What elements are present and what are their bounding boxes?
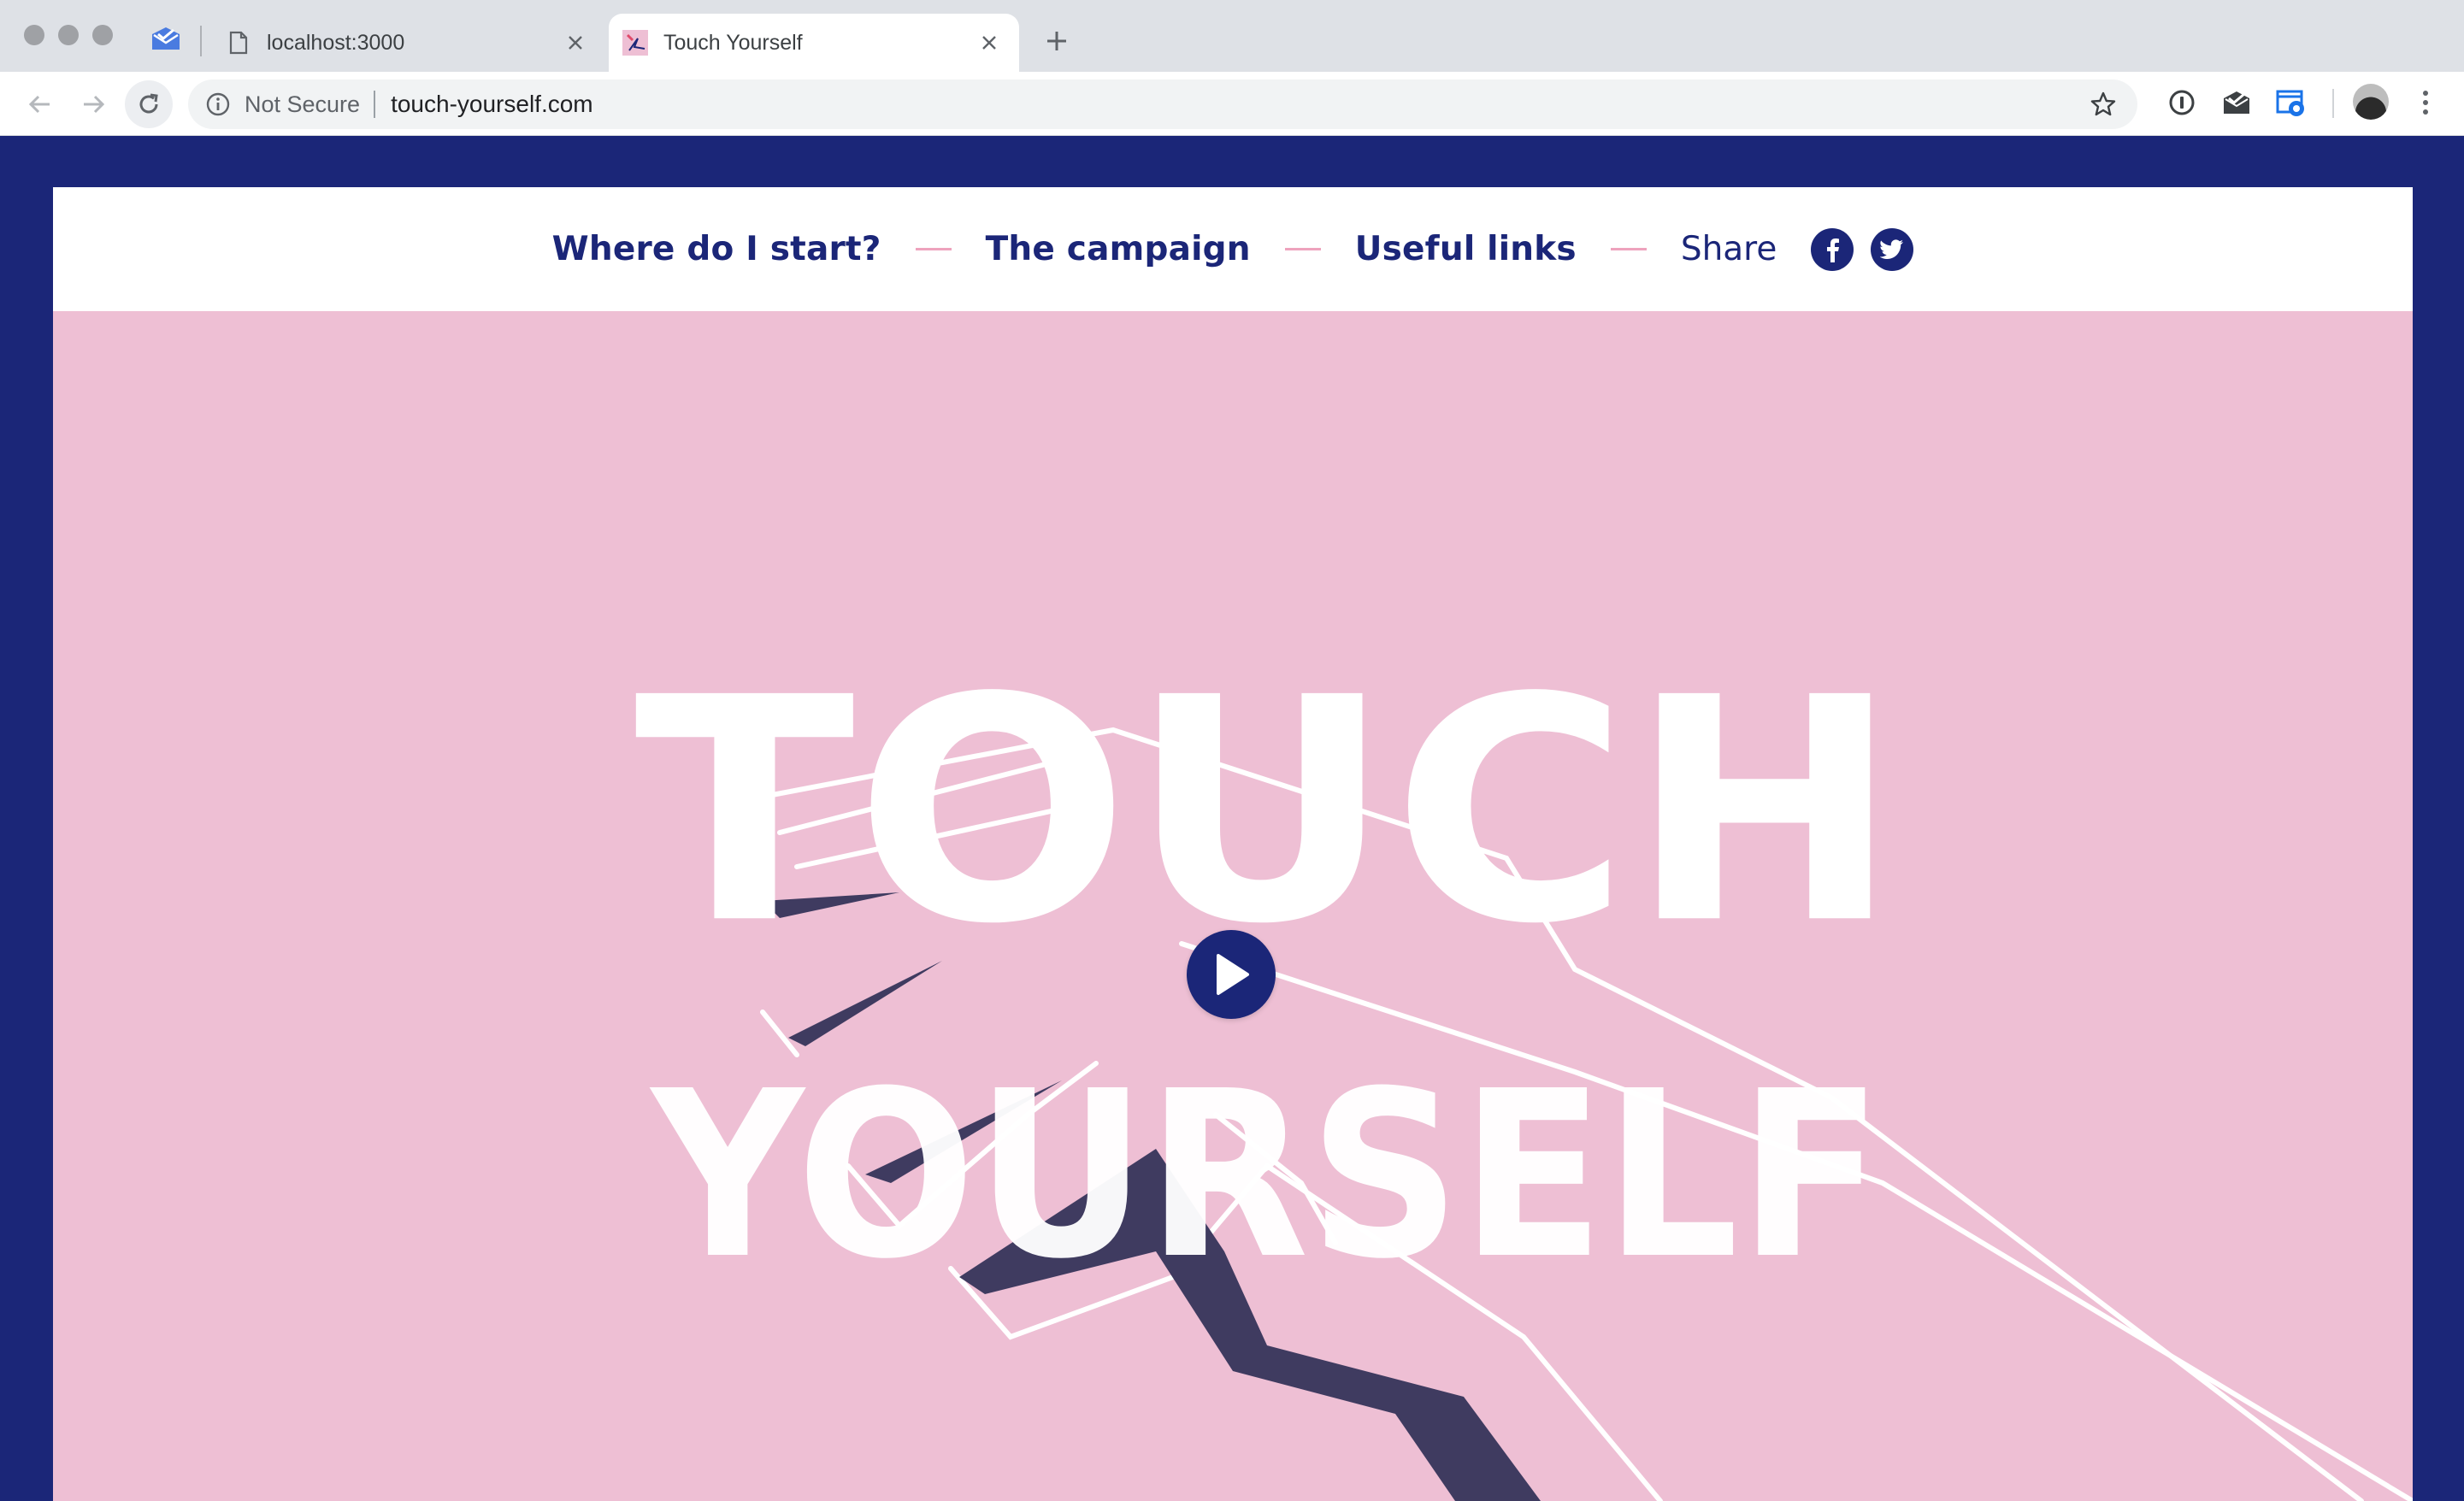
toolbar-separator bbox=[2332, 89, 2334, 118]
mail-icon bbox=[152, 27, 180, 50]
back-button[interactable] bbox=[22, 87, 56, 121]
nav-divider bbox=[1284, 248, 1321, 250]
address-divider bbox=[374, 91, 376, 118]
plus-icon bbox=[1047, 32, 1066, 50]
tab-close-icon[interactable] bbox=[976, 30, 1002, 56]
nav-divider bbox=[1610, 248, 1647, 250]
facebook-share-button[interactable] bbox=[1811, 227, 1854, 271]
profile-avatar[interactable] bbox=[2353, 84, 2389, 120]
play-icon bbox=[1217, 954, 1249, 995]
page-content: Where do I start? The campaign Useful li… bbox=[53, 187, 2413, 1501]
pinned-tab-mail[interactable] bbox=[150, 26, 181, 51]
url-text[interactable]: touch-yourself.com bbox=[391, 91, 2086, 118]
site-favicon-icon bbox=[622, 30, 648, 56]
bookmark-star-icon[interactable] bbox=[2086, 87, 2120, 121]
facebook-icon bbox=[1827, 238, 1840, 262]
hero-title-line-2: YOURSELF bbox=[648, 1041, 1883, 1309]
address-bar[interactable]: Not Secure touch-yourself.com bbox=[188, 79, 2137, 129]
site-navigation: Where do I start? The campaign Useful li… bbox=[53, 187, 2413, 311]
arrow-left-icon bbox=[28, 95, 50, 114]
password-manager-extension-icon[interactable] bbox=[2165, 85, 2199, 120]
reload-button[interactable] bbox=[125, 80, 173, 128]
nav-link-the-campaign[interactable]: The campaign bbox=[986, 230, 1251, 268]
nav-divider bbox=[915, 248, 952, 250]
tab-separator bbox=[200, 26, 202, 56]
nav-link-where-do-i-start[interactable]: Where do I start? bbox=[552, 230, 881, 268]
window-zoom-button[interactable] bbox=[92, 25, 113, 45]
twitter-share-button[interactable] bbox=[1871, 227, 1914, 271]
hero-title-line-1: TOUCH bbox=[634, 632, 1900, 992]
reload-icon bbox=[139, 93, 158, 114]
twitter-icon bbox=[1880, 238, 1904, 259]
nav-link-useful-links[interactable]: Useful links bbox=[1355, 230, 1577, 268]
arrow-right-icon bbox=[84, 95, 105, 114]
hero-video[interactable]: TOUCH YOURSELF bbox=[53, 311, 2413, 1501]
security-label: Not Secure bbox=[245, 91, 361, 117]
forward-button[interactable] bbox=[77, 87, 111, 121]
page-border-frame: Where do I start? The campaign Useful li… bbox=[0, 136, 2464, 1501]
mail-extension-icon[interactable] bbox=[2219, 85, 2254, 120]
play-video-button[interactable] bbox=[1187, 930, 1276, 1019]
tab-touch-yourself[interactable]: Touch Yourself bbox=[609, 14, 1019, 72]
share-label: Share bbox=[1680, 230, 1777, 268]
browser-menu-icon[interactable] bbox=[2413, 85, 2438, 120]
browser-tab-bar: localhost:3000 Touch Yourself bbox=[0, 0, 2464, 72]
document-icon bbox=[226, 30, 251, 56]
tab-close-icon[interactable] bbox=[563, 30, 588, 56]
screenshot-extension-icon[interactable] bbox=[2274, 85, 2308, 120]
tab-title: localhost:3000 bbox=[267, 30, 405, 55]
hero-illustration: TOUCH YOURSELF bbox=[634, 632, 2413, 1501]
tab-title: Touch Yourself bbox=[663, 30, 803, 55]
window-close-button[interactable] bbox=[24, 25, 44, 45]
new-tab-button[interactable] bbox=[1041, 26, 1072, 56]
tab-localhost[interactable]: localhost:3000 bbox=[212, 14, 605, 72]
info-icon[interactable] bbox=[203, 90, 233, 119]
window-minimize-button[interactable] bbox=[58, 25, 79, 45]
browser-toolbar: Not Secure touch-yourself.com bbox=[0, 72, 2464, 136]
